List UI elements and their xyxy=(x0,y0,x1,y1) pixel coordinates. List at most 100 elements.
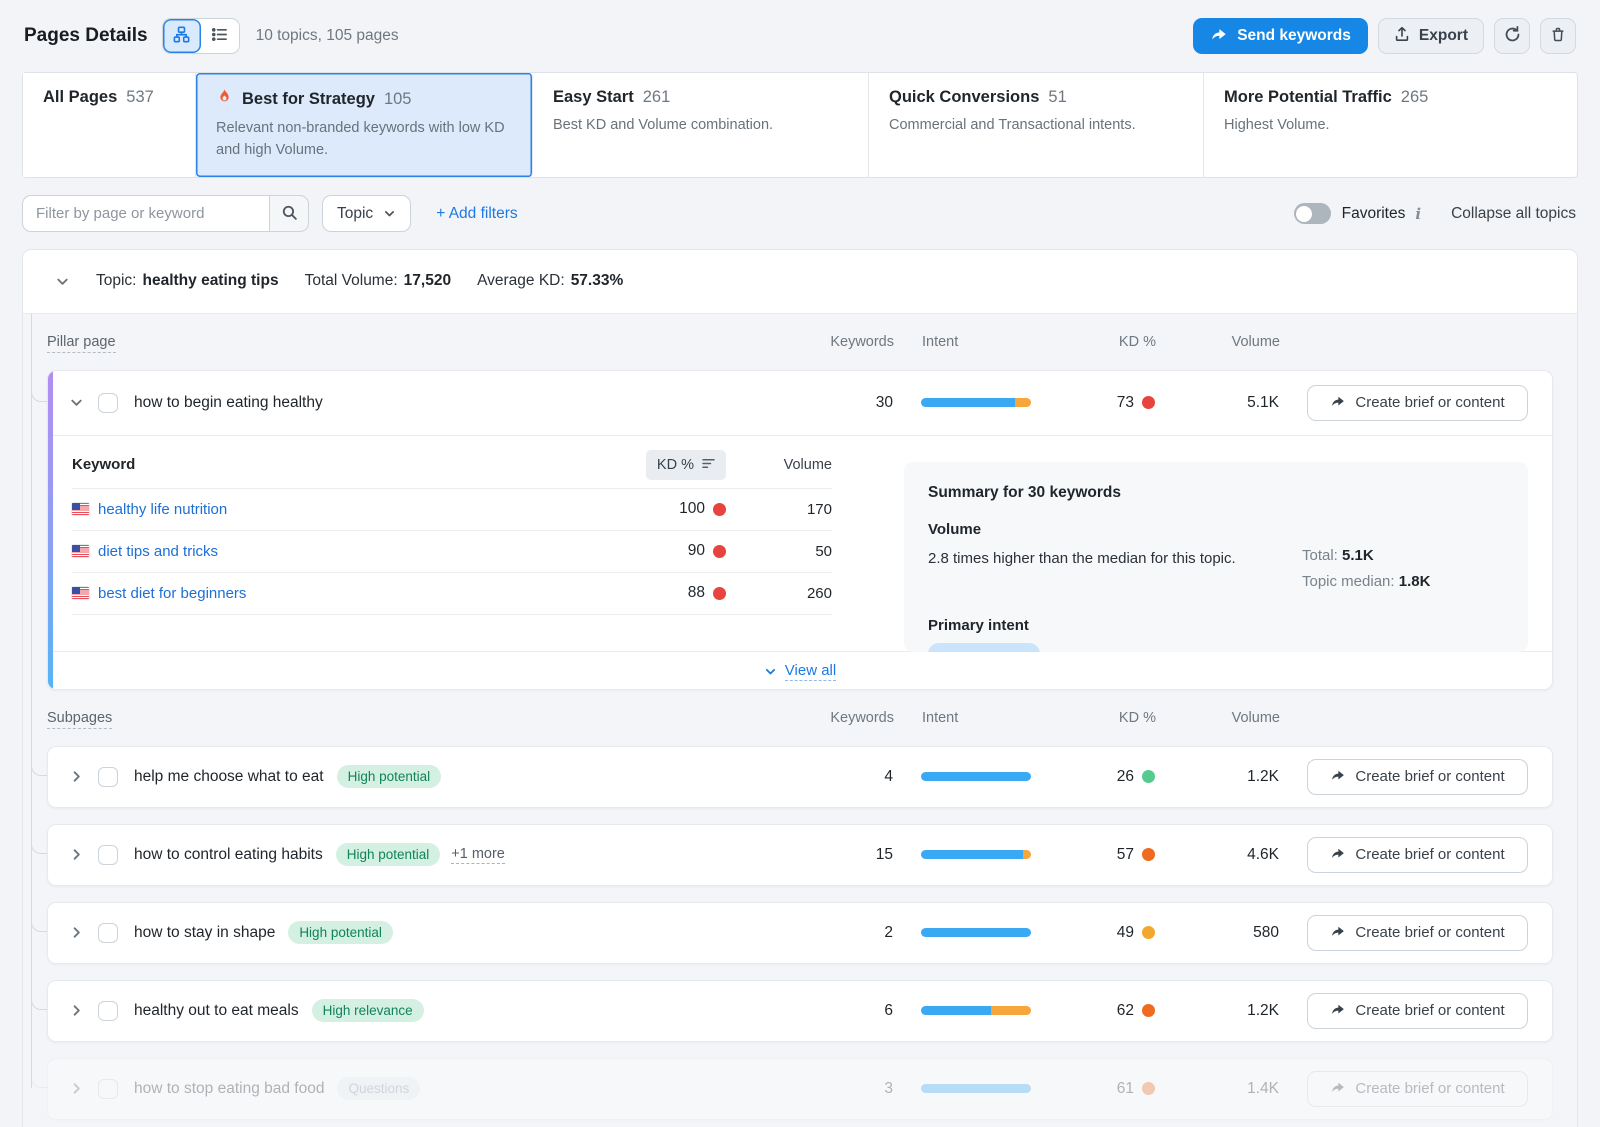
send-keywords-button[interactable]: Send keywords xyxy=(1193,18,1368,54)
keyword-volume-value: 50 xyxy=(752,543,832,560)
topic-header-row[interactable]: Topic: healthy eating tips Total Volume:… xyxy=(23,250,1577,314)
keyword-summary-panel: Summary for 30 keywords Volume 2.8 times… xyxy=(904,462,1528,652)
kd-sort-header[interactable]: KD % xyxy=(646,450,726,480)
forward-arrow-icon xyxy=(1330,394,1346,412)
tab-quick-conversions[interactable]: Quick Conversions51 Commercial and Trans… xyxy=(869,73,1204,177)
subpage-row: how to control eating habits High potent… xyxy=(47,824,1553,886)
average-kd-value: 57.33% xyxy=(571,272,624,290)
summary-stats: Total: 5.1K Topic median: 1.8K xyxy=(1302,547,1430,599)
search-box xyxy=(22,195,309,232)
subpage-title[interactable]: how to stop eating bad food xyxy=(134,1080,324,1098)
subpage-checkbox[interactable] xyxy=(98,923,118,943)
more-badges-link[interactable]: +1 more xyxy=(451,846,505,864)
keyword-column-header: Keyword xyxy=(72,456,646,473)
tree-connector-line xyxy=(31,314,32,1088)
kd-column-header: KD % xyxy=(1056,710,1156,726)
subpage-row: help me choose what to eat High potentia… xyxy=(47,746,1553,808)
summary-volume-heading: Volume xyxy=(928,521,1504,538)
status-badge: Questions xyxy=(337,1077,420,1100)
expand-chevron-icon[interactable] xyxy=(69,1003,84,1018)
create-brief-button[interactable]: Create brief or content xyxy=(1307,385,1528,421)
favorites-toggle[interactable] xyxy=(1294,203,1331,224)
kd-difficulty-dot xyxy=(713,587,726,600)
keyword-link[interactable]: best diet for beginners xyxy=(72,585,649,602)
pillar-kd-value: 73 xyxy=(1117,394,1134,412)
list-view-button[interactable] xyxy=(201,19,239,53)
status-badge: High potential xyxy=(336,843,441,866)
kd-column-header: KD % xyxy=(1056,334,1156,350)
keyword-link[interactable]: diet tips and tricks xyxy=(72,543,649,560)
tab-all-pages[interactable]: All Pages537 xyxy=(23,73,196,177)
export-button[interactable]: Export xyxy=(1378,18,1484,54)
create-brief-button[interactable]: Create brief or content xyxy=(1307,837,1528,873)
expand-chevron-icon[interactable] xyxy=(69,1081,84,1096)
subpage-kd-value: 61 xyxy=(1117,1080,1134,1098)
subpage-keywords-count: 15 xyxy=(823,846,893,864)
kd-difficulty-dot xyxy=(1142,770,1155,783)
keyword-link[interactable]: healthy life nutrition xyxy=(72,501,649,518)
subpage-title[interactable]: how to control eating habits xyxy=(134,846,323,864)
create-brief-button[interactable]: Create brief or content xyxy=(1307,759,1528,795)
info-icon[interactable]: i xyxy=(1415,205,1421,223)
search-input[interactable] xyxy=(22,195,269,232)
subpage-intent-bar xyxy=(921,1084,1031,1093)
tab-easy-start[interactable]: Easy Start261 Best KD and Volume combina… xyxy=(533,73,869,177)
pillar-columns-header: Pillar page Keywords Intent KD % Volume xyxy=(47,332,1553,370)
list-view-icon xyxy=(211,26,228,46)
tab-more-potential-traffic[interactable]: More Potential Traffic265 Highest Volume… xyxy=(1204,73,1541,177)
intent-column-header: Intent xyxy=(922,334,1032,350)
filter-bar-right: Favorites i Collapse all topics xyxy=(1294,203,1576,224)
subpage-intent-bar xyxy=(921,928,1031,937)
forward-arrow-icon xyxy=(1330,846,1346,864)
subpage-kd-value: 57 xyxy=(1117,846,1134,864)
subpage-intent-bar xyxy=(921,850,1031,859)
topic-dropdown[interactable]: Topic xyxy=(322,195,411,232)
status-badge: High potential xyxy=(337,765,442,788)
subpage-title[interactable]: healthy out to eat meals xyxy=(134,1002,299,1020)
page-title: Pages Details xyxy=(24,25,148,47)
kd-difficulty-dot xyxy=(1142,1082,1155,1095)
topic-collapse-chevron-icon[interactable] xyxy=(55,274,70,289)
subpage-checkbox[interactable] xyxy=(98,1079,118,1099)
pillar-collapse-chevron-icon[interactable] xyxy=(69,395,84,410)
subpage-title[interactable]: help me choose what to eat xyxy=(134,768,324,786)
tree-branch xyxy=(31,1066,48,1088)
delete-button[interactable] xyxy=(1540,18,1576,54)
subpage-checkbox[interactable] xyxy=(98,1001,118,1021)
topic-label: Topic: xyxy=(96,272,137,290)
create-brief-button[interactable]: Create brief or content xyxy=(1307,1071,1528,1107)
expand-chevron-icon[interactable] xyxy=(69,769,84,784)
keyword-volume-column-header: Volume xyxy=(752,457,832,473)
subpage-checkbox[interactable] xyxy=(98,767,118,787)
expand-chevron-icon[interactable] xyxy=(69,847,84,862)
expand-chevron-icon[interactable] xyxy=(69,925,84,940)
keyword-kd-value: 100 xyxy=(679,500,705,518)
keyword-kd-value: 88 xyxy=(688,584,705,602)
search-button[interactable] xyxy=(269,195,309,232)
tree-branch xyxy=(31,832,48,854)
subpage-volume-value: 1.2K xyxy=(1179,768,1279,786)
refresh-button[interactable] xyxy=(1494,18,1530,54)
create-brief-button[interactable]: Create brief or content xyxy=(1307,915,1528,951)
collapse-all-topics-link[interactable]: Collapse all topics xyxy=(1451,205,1576,223)
pillar-checkbox[interactable] xyxy=(98,393,118,413)
chevron-down-icon xyxy=(383,207,396,220)
view-all-link[interactable]: View all xyxy=(785,662,836,681)
tree-view-button[interactable] xyxy=(163,19,201,53)
subpage-volume-value: 580 xyxy=(1179,924,1279,942)
pillar-intent-bar xyxy=(921,398,1031,407)
tab-best-for-strategy[interactable]: Best for Strategy105 Relevant non-brande… xyxy=(196,73,533,177)
keyword-volume-value: 170 xyxy=(752,501,832,518)
add-filters-link[interactable]: + Add filters xyxy=(436,205,517,223)
pillar-page-title[interactable]: how to begin eating healthy xyxy=(134,394,323,412)
subpage-keywords-count: 3 xyxy=(823,1080,893,1098)
subpage-checkbox[interactable] xyxy=(98,845,118,865)
trash-icon xyxy=(1550,26,1566,46)
subpage-title[interactable]: how to stay in shape xyxy=(134,924,275,942)
create-brief-button[interactable]: Create brief or content xyxy=(1307,993,1528,1029)
us-flag-icon xyxy=(72,587,89,599)
filter-bar: Topic + Add filters Favorites i Collapse… xyxy=(22,195,1576,233)
total-volume-label: Total Volume: xyxy=(305,272,398,290)
subpage-volume-value: 4.6K xyxy=(1179,846,1279,864)
volume-column-header: Volume xyxy=(1180,334,1280,350)
